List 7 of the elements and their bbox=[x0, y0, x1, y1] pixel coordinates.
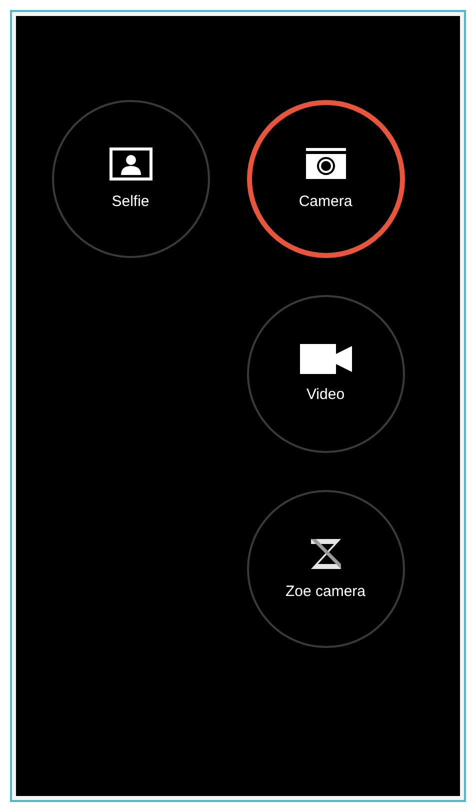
portrait-icon bbox=[108, 146, 152, 181]
mode-button[interactable]: Camera bbox=[246, 100, 404, 258]
mode-button[interactable]: Video bbox=[246, 295, 404, 453]
mode-button[interactable]: Selfie bbox=[52, 100, 210, 258]
video-camera-icon bbox=[300, 344, 352, 374]
mode-button[interactable]: Zoe camera bbox=[246, 490, 404, 648]
camera-icon bbox=[304, 146, 348, 181]
